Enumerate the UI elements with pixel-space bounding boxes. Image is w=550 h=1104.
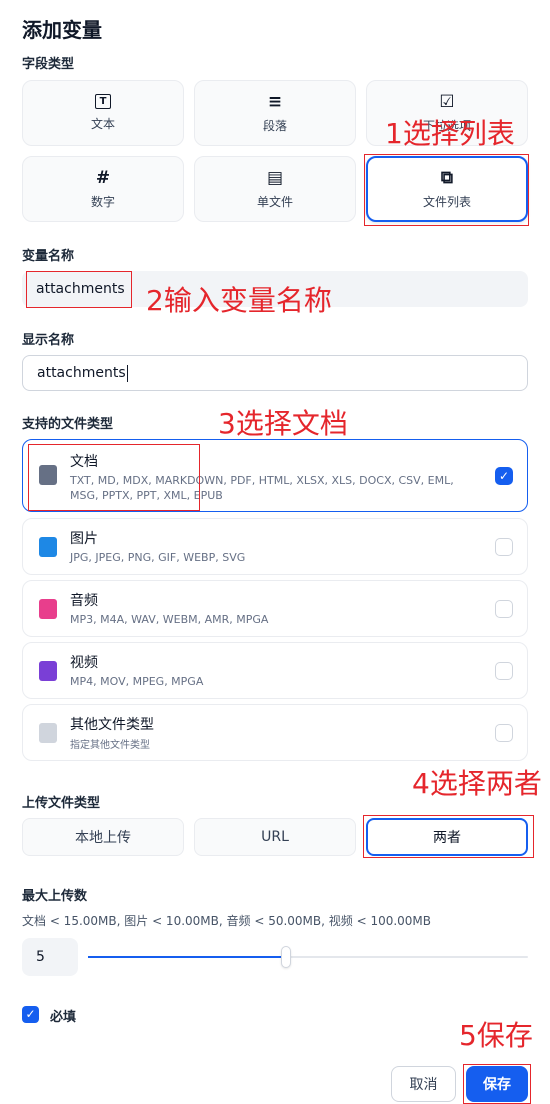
field-type-label: 字段类型 <box>22 57 75 72</box>
file-type-desc: MP4, MOV, MPEG, MPGA <box>70 675 204 688</box>
file-type-desc: MP3, M4A, WAV, WEBM, AMR, MPGA <box>70 613 269 626</box>
select-icon: ☑ <box>439 91 455 112</box>
file-type-name: 视频 <box>70 655 98 671</box>
annotation-step4: 4选择两者 <box>412 767 542 800</box>
dialog-title: 添加变量 <box>22 18 102 42</box>
text-icon: T <box>95 94 111 109</box>
cancel-button[interactable]: 取消 <box>391 1066 456 1102</box>
file-type-desc: 指定其他文件类型 <box>70 740 150 751</box>
annotation-step3: 3选择文档 <box>218 407 348 440</box>
document-icon <box>39 465 57 485</box>
file-type-desc: JPG, JPEG, PNG, GIF, WEBP, SVG <box>70 551 246 564</box>
file-type-name: 其他文件类型 <box>70 717 154 733</box>
required-label: 必填 <box>50 1010 77 1025</box>
slider-fill <box>88 956 286 958</box>
required-checkbox[interactable]: ✓ <box>22 1006 39 1023</box>
file-type-image[interactable]: 图片 JPG, JPEG, PNG, GIF, WEBP, SVG <box>22 518 528 575</box>
field-type-text[interactable]: T 文本 <box>22 80 184 146</box>
annotation-step2: 2输入变量名称 <box>146 284 332 317</box>
slider-thumb[interactable] <box>281 946 291 968</box>
max-uploads-input[interactable]: 5 <box>22 938 78 976</box>
document-checkbox[interactable]: ✓ <box>495 467 513 485</box>
image-checkbox[interactable] <box>495 538 513 556</box>
number-icon: # <box>95 167 111 188</box>
display-name-input[interactable]: attachments <box>22 355 528 391</box>
display-name-value: attachments <box>37 365 126 381</box>
file-type-name: 音频 <box>70 593 98 609</box>
field-type-label-file-list: 文件列表 <box>422 194 471 209</box>
field-type-label-text: 文本 <box>90 117 115 131</box>
display-name-label: 显示名称 <box>22 333 75 348</box>
upload-type-label: 上传文件类型 <box>22 796 101 811</box>
file-type-document[interactable]: 文档 TXT, MD, MDX, MARKDOWN, PDF, HTML, XL… <box>22 439 528 512</box>
single-file-icon: ▤ <box>266 167 284 188</box>
paragraph-icon: ≡ <box>267 91 283 112</box>
other-checkbox[interactable] <box>495 724 513 742</box>
field-type-number[interactable]: # 数字 <box>22 156 184 222</box>
file-type-audio[interactable]: 音频 MP3, M4A, WAV, WEBM, AMR, MPGA <box>22 580 528 637</box>
max-uploads-label: 最大上传数 <box>22 889 88 904</box>
audio-checkbox[interactable] <box>495 600 513 618</box>
max-uploads-limits: 文档 < 15.00MB, 图片 < 10.00MB, 音频 < 50.00MB… <box>22 914 432 928</box>
file-type-other[interactable]: 其他文件类型 指定其他文件类型 <box>22 704 528 761</box>
file-type-video[interactable]: 视频 MP4, MOV, MPEG, MPGA <box>22 642 528 699</box>
field-type-label-number: 数字 <box>90 194 115 209</box>
annotation-step5: 5保存 <box>459 1019 533 1052</box>
text-caret <box>126 364 128 382</box>
field-type-single-file[interactable]: ▤ 单文件 <box>194 156 356 222</box>
variable-name-value: attachments <box>36 281 125 297</box>
variable-name-label: 变量名称 <box>22 249 75 264</box>
field-type-label-paragraph: 段落 <box>262 118 287 133</box>
audio-icon <box>39 599 57 619</box>
image-icon <box>39 537 57 557</box>
save-button[interactable]: 保存 <box>466 1066 528 1102</box>
field-type-paragraph[interactable]: ≡ 段落 <box>194 80 356 146</box>
video-checkbox[interactable] <box>495 662 513 680</box>
upload-local-button[interactable]: 本地上传 <box>22 818 184 856</box>
file-types-label: 支持的文件类型 <box>22 417 114 432</box>
file-type-name: 文档 <box>70 454 98 470</box>
file-type-desc: TXT, MD, MDX, MARKDOWN, PDF, HTML, XLSX,… <box>70 474 454 502</box>
file-type-name: 图片 <box>70 531 98 547</box>
slider-track[interactable] <box>88 946 528 968</box>
field-type-file-list[interactable]: ⧉ 文件列表 <box>366 156 528 222</box>
annotation-step1: 1选择列表 <box>385 117 515 150</box>
upload-url-button[interactable]: URL <box>194 818 356 856</box>
max-uploads-value: 5 <box>36 949 45 965</box>
upload-both-button[interactable]: 两者 <box>366 818 528 856</box>
file-list-icon: ⧉ <box>440 167 454 188</box>
field-type-label-single-file: 单文件 <box>256 194 293 209</box>
other-file-icon <box>39 723 57 743</box>
video-icon <box>39 661 57 681</box>
